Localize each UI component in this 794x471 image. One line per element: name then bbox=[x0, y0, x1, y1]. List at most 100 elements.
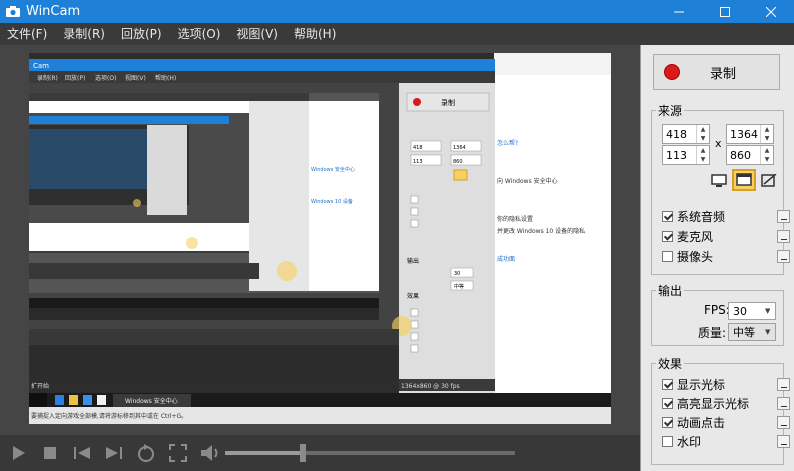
stop-button[interactable] bbox=[36, 439, 64, 467]
playback-bar bbox=[0, 435, 640, 471]
volume-slider[interactable] bbox=[225, 444, 515, 462]
system-audio-settings-button[interactable] bbox=[777, 209, 790, 223]
capture-spin-width: 1364 bbox=[453, 145, 466, 151]
menu-file[interactable]: 文件(F) bbox=[0, 23, 55, 45]
microphone-option[interactable]: 麦克风 bbox=[662, 227, 790, 245]
close-button[interactable] bbox=[748, 0, 794, 23]
capture-menu-help: 帮助(H) bbox=[155, 74, 176, 82]
capture-hint: 要捕捉入定向游戏全部模,请将游标移到其中或在 Ctrl+G。 bbox=[31, 412, 187, 420]
previous-icon bbox=[74, 447, 90, 459]
record-button[interactable]: 录制 bbox=[653, 54, 780, 90]
maximize-button[interactable] bbox=[702, 0, 748, 23]
fps-dropdown-icon: ▼ bbox=[765, 307, 771, 315]
menu-options[interactable]: 选项(O) bbox=[170, 23, 229, 45]
svg-text:Cam: Cam bbox=[33, 62, 49, 70]
show-cursor-option[interactable]: 显示光标 bbox=[662, 375, 790, 393]
capture-output-title: 输出 bbox=[407, 257, 419, 265]
y-value: 113 bbox=[666, 148, 687, 162]
camera-settings-button[interactable] bbox=[777, 249, 790, 263]
microphone-checkbox[interactable] bbox=[662, 230, 673, 242]
menu-help[interactable]: 帮助(H) bbox=[286, 23, 344, 45]
camera-option[interactable]: 摄像头 bbox=[662, 247, 790, 265]
stop-icon bbox=[44, 447, 56, 459]
system-audio-option[interactable]: 系统音频 bbox=[662, 207, 790, 225]
capture-quality-value: 中等 bbox=[454, 283, 464, 290]
highlight-cursor-option[interactable]: 高亮显示光标 bbox=[662, 394, 790, 412]
capture-start-label: 扩开始 bbox=[31, 382, 49, 390]
microphone-label: 麦克风 bbox=[677, 229, 714, 244]
volume-button[interactable] bbox=[196, 439, 224, 467]
highlight-cursor-checkbox[interactable] bbox=[662, 397, 673, 409]
capture-spin-height: 860 bbox=[453, 159, 463, 165]
side-text-2: 向 Windows 安全中心 bbox=[497, 177, 558, 185]
width-spin-arrows[interactable]: ▲ ▼ bbox=[760, 125, 773, 143]
y-spin-arrows[interactable]: ▲ ▼ bbox=[696, 146, 709, 164]
volume-icon bbox=[201, 445, 218, 461]
animate-click-option[interactable]: 动画点击 bbox=[662, 413, 790, 431]
previous-button[interactable] bbox=[68, 439, 96, 467]
play-button[interactable] bbox=[4, 439, 32, 467]
microphone-settings-button[interactable] bbox=[777, 229, 790, 243]
capture-effects-title: 效果 bbox=[407, 292, 419, 300]
x-spin-arrows[interactable]: ▲ ▼ bbox=[696, 125, 709, 143]
watermark-option[interactable]: 水印 bbox=[662, 432, 790, 450]
show-cursor-label: 显示光标 bbox=[677, 377, 726, 392]
fullscreen-icon bbox=[169, 444, 187, 462]
width-input[interactable]: 1364 ▲ ▼ bbox=[726, 124, 774, 144]
capture-fps-value: 30 bbox=[454, 271, 460, 277]
capture-menu-playback: 回放(P) bbox=[65, 74, 85, 82]
fullscreen-mode-icon bbox=[711, 174, 727, 187]
next-button[interactable] bbox=[100, 439, 128, 467]
quality-select[interactable]: 中等 ▼ bbox=[728, 323, 776, 341]
size-separator: x bbox=[715, 137, 722, 150]
fullscreen-mode-button[interactable] bbox=[708, 171, 730, 191]
side-text-1: 怎么帮? bbox=[497, 139, 518, 147]
show-cursor-checkbox[interactable] bbox=[662, 378, 673, 390]
window-title: WinCam bbox=[26, 4, 81, 19]
camera-checkbox[interactable] bbox=[662, 250, 673, 262]
close-icon bbox=[766, 6, 776, 17]
region-mode-button[interactable] bbox=[758, 171, 780, 191]
watermark-checkbox[interactable] bbox=[662, 435, 673, 447]
effects-title: 效果 bbox=[656, 355, 685, 372]
minimize-button[interactable] bbox=[656, 0, 702, 23]
highlight-cursor-label: 高亮显示光标 bbox=[677, 396, 750, 411]
volume-knob[interactable] bbox=[300, 444, 307, 462]
watermark-settings-button[interactable] bbox=[777, 434, 790, 448]
height-input[interactable]: 860 ▲ ▼ bbox=[726, 145, 774, 165]
menu-record[interactable]: 录制(R) bbox=[55, 23, 113, 45]
capture-status: 1364x860 @ 30 fps bbox=[401, 383, 460, 390]
capture-menu-view: 视图(V) bbox=[125, 74, 146, 82]
source-group: 来源 418 ▲ ▼ 1364 ▲ ▼ x 113 ▲ ▼ 860 ▲ ▼ 系统音频 bbox=[651, 102, 790, 275]
menu-playback[interactable]: 回放(P) bbox=[113, 23, 170, 45]
quality-dropdown-icon: ▼ bbox=[765, 328, 771, 336]
preview-area: Cam 录制(R) 回放(P) 选项(O) 视图(V) 帮助(H) Window… bbox=[0, 45, 640, 435]
window-mode-button[interactable] bbox=[732, 169, 756, 191]
fps-select[interactable]: 30 ▼ bbox=[728, 302, 776, 320]
app-camera-icon bbox=[6, 5, 20, 18]
animate-click-checkbox[interactable] bbox=[662, 416, 673, 428]
side-text-5: 成功面 bbox=[497, 255, 515, 263]
fullscreen-button[interactable] bbox=[164, 439, 192, 467]
play-icon bbox=[13, 446, 25, 460]
svg-text:Windows 10 设备: Windows 10 设备 bbox=[311, 198, 353, 205]
window-mode-icon bbox=[736, 173, 752, 186]
side-text-4: 并更改 Windows 10 设备的隐私 bbox=[497, 227, 585, 235]
svg-text:Windows 安全中心: Windows 安全中心 bbox=[311, 166, 355, 173]
x-input[interactable]: 418 ▲ ▼ bbox=[662, 124, 710, 144]
volume-fill bbox=[225, 451, 304, 455]
region-mode-icon bbox=[761, 174, 777, 187]
menu-view[interactable]: 视图(V) bbox=[228, 23, 286, 45]
system-audio-label: 系统音频 bbox=[677, 209, 726, 224]
highlight-cursor-settings-button[interactable] bbox=[777, 396, 790, 410]
y-input[interactable]: 113 ▲ ▼ bbox=[662, 145, 710, 165]
output-group: 输出 FPS: 30 ▼ 质量: 中等 ▼ bbox=[651, 282, 784, 346]
loop-button[interactable] bbox=[132, 439, 160, 467]
system-audio-checkbox[interactable] bbox=[662, 210, 673, 222]
capture-menu-options: 选项(O) bbox=[95, 74, 116, 82]
height-spin-arrows[interactable]: ▲ ▼ bbox=[760, 146, 773, 164]
animate-click-settings-button[interactable] bbox=[777, 415, 790, 429]
quality-label: 质量: bbox=[698, 326, 727, 340]
fps-label: FPS: bbox=[704, 303, 730, 317]
show-cursor-settings-button[interactable] bbox=[777, 377, 790, 391]
